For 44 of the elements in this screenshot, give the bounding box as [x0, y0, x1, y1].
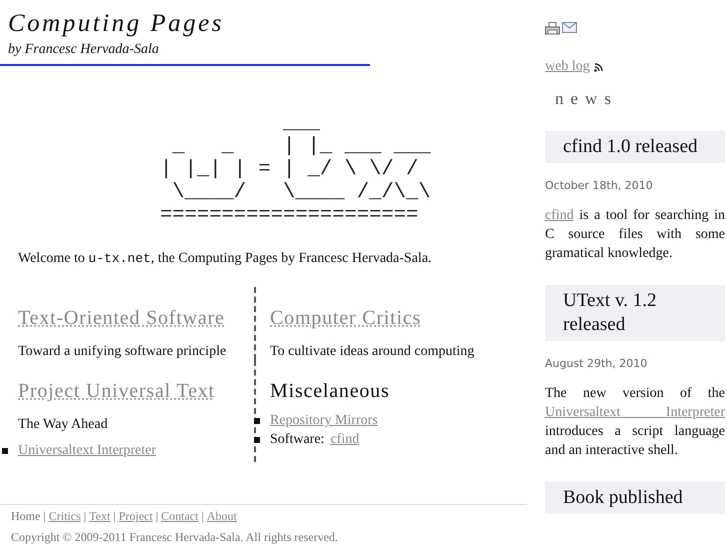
separator: | — [201, 509, 204, 524]
section-link[interactable]: Text-Oriented Software — [18, 307, 225, 330]
news-text: cfind is a tool for searching in C source files with some gramatical knowledge. — [545, 207, 725, 263]
item-label: Software: — [270, 432, 324, 448]
separator: | — [156, 509, 158, 524]
news-date: October 18th, 2010 — [545, 179, 654, 192]
item-link[interactable]: cfind — [330, 432, 360, 448]
footer-link[interactable]: Critics — [48, 509, 81, 524]
print-icon[interactable] — [545, 22, 560, 35]
separator: | — [84, 509, 86, 524]
bullet-icon — [2, 448, 8, 454]
news-title: UText v. 1.2 released — [545, 285, 725, 341]
separator: | — [43, 509, 46, 524]
section-description: The Way Ahead — [18, 417, 109, 433]
section-link[interactable]: Project Universal Text — [18, 380, 215, 403]
site-title: Computing Pages — [8, 10, 225, 38]
footer-link[interactable]: Contact — [161, 509, 198, 524]
bullet-icon — [254, 437, 260, 443]
news-text: The new version of the Universaltext Interpreter introduces a script language and an interactive shell. — [545, 385, 725, 460]
welcome-text: Welcome to u-tx.net, the Computing Pages by Francesc Hervada-Sala. — [18, 251, 433, 267]
weblog-link[interactable]: web log — [545, 59, 590, 75]
footer-link[interactable]: Project — [118, 509, 153, 524]
bullet-icon — [254, 418, 260, 424]
footer-link[interactable]: About — [206, 509, 237, 524]
news-title: cfind 1.0 released — [545, 131, 725, 163]
mail-icon[interactable] — [562, 22, 577, 33]
footer-label: Home — [11, 509, 40, 524]
news-title: Book published — [545, 482, 725, 514]
section-heading: Miscelaneous — [270, 380, 390, 403]
footer-link[interactable]: Text — [89, 509, 110, 524]
section-description: Toward a unifying software principle — [18, 344, 228, 360]
copyright-text: Copyright © 2009-2011 Francesc Hervada-Sala. All rights reserved. — [11, 530, 339, 545]
section-description: To cultivate ideas around computing — [270, 344, 476, 360]
item-link[interactable]: Universaltext Interpreter — [18, 443, 156, 459]
ascii-logo: ___ _ _ | |_ ___ ___ | |_| | = | _/ \ \/ / \____/ \____ /_/\_\ ===================== — [160, 112, 432, 227]
news-link[interactable]: cfind — [545, 208, 574, 223]
news-link[interactable]: Universaltext Interpreter — [545, 405, 725, 420]
separator: | — [113, 509, 116, 524]
news-date: August 29th, 2010 — [545, 357, 648, 370]
item-link[interactable]: Repository Mirrors — [270, 413, 378, 429]
byline: by Francesc Hervada-Sala — [8, 42, 160, 58]
rss-icon[interactable] — [594, 62, 603, 72]
section-link[interactable]: Computer Critics — [270, 307, 422, 330]
news-heading: news — [555, 89, 619, 109]
